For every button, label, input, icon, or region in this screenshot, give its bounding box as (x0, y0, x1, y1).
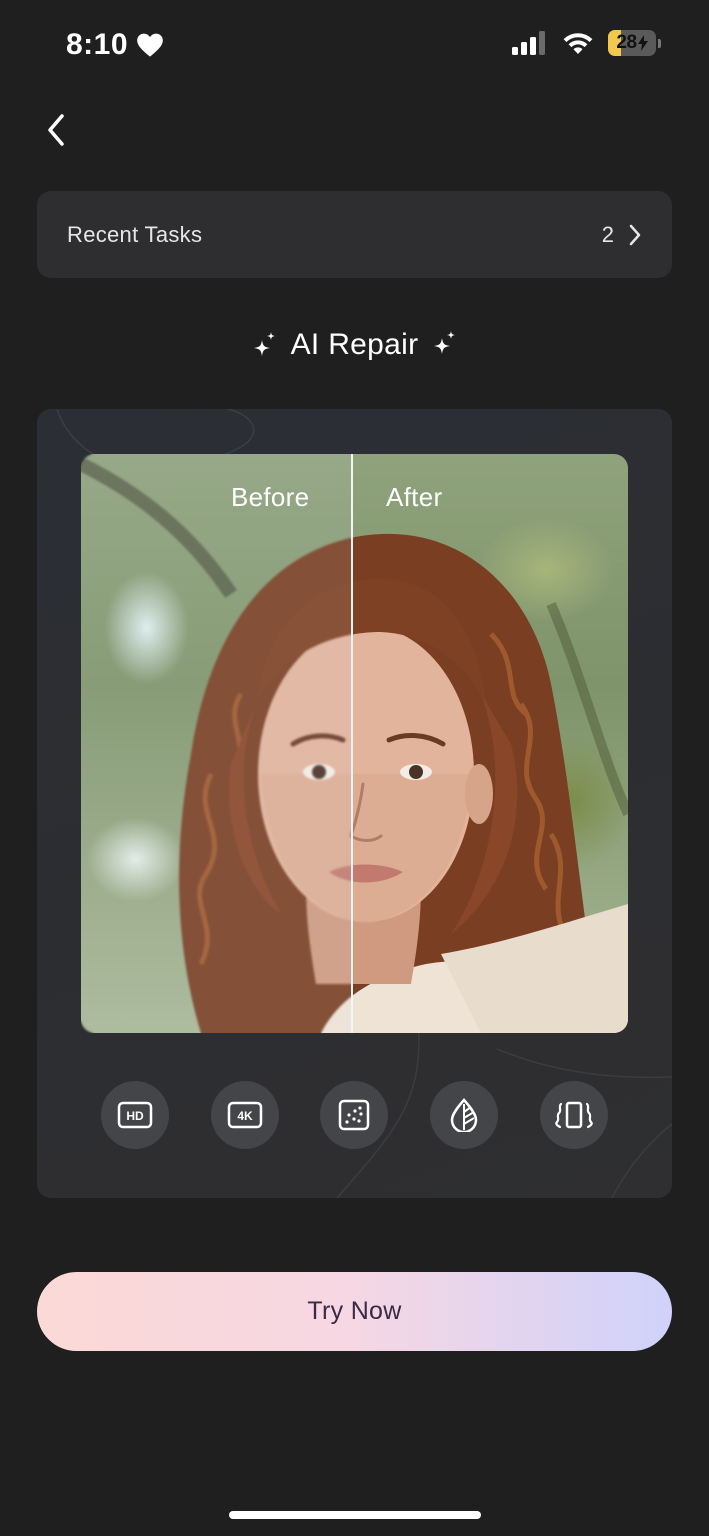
chevron-left-icon (48, 114, 64, 146)
try-now-label: Try Now (307, 1297, 402, 1325)
chevron-right-icon (629, 224, 641, 245)
status-time-group: 8:10 (66, 28, 164, 62)
cellular-signal-icon (512, 31, 545, 55)
page-title: AI Repair (290, 328, 419, 361)
hd-icon-label: HD (126, 1109, 144, 1123)
status-bar: 8:10 28 (0, 0, 709, 90)
ai-repair-screen: 8:10 28 Recent Tasks 2 AI Repair Before … (0, 0, 709, 1536)
charging-bolt-icon (637, 35, 648, 51)
status-time: 8:10 (66, 28, 129, 61)
battery-level: 28 (616, 32, 637, 53)
tool-color-button[interactable] (430, 1081, 498, 1149)
recent-tasks-row[interactable]: Recent Tasks 2 (37, 191, 672, 278)
heart-icon (137, 33, 163, 57)
recent-tasks-label: Recent Tasks (67, 221, 203, 247)
tool-4k-button[interactable]: 4K (211, 1081, 279, 1149)
preview-card: Before After HD 4K (37, 409, 672, 1198)
sparkle-icon (253, 332, 275, 356)
before-label: Before (231, 482, 310, 512)
leaf-drop-icon (450, 1098, 478, 1132)
before-after-image[interactable]: Before After (81, 454, 628, 1033)
wifi-icon (563, 33, 593, 54)
tool-denoise-button[interactable] (320, 1081, 388, 1149)
battery-tip (658, 38, 661, 48)
status-indicators: 28 (512, 30, 661, 56)
comparison-divider[interactable] (351, 454, 353, 1033)
after-label: After (386, 482, 443, 512)
hd-icon: HD (117, 1101, 153, 1129)
battery-charging-icon: 28 (608, 30, 656, 56)
4k-icon: 4K (227, 1101, 263, 1129)
home-indicator[interactable] (229, 1511, 481, 1519)
sparkle-icon (434, 331, 456, 354)
recent-tasks-count: 2 (601, 221, 614, 247)
tool-stabilize-button[interactable] (540, 1081, 608, 1149)
before-half-overlay (81, 454, 352, 1033)
tool-hd-button[interactable]: HD (101, 1081, 169, 1149)
try-now-button[interactable]: Try Now (37, 1272, 672, 1351)
tool-icons-row: HD 4K (101, 1081, 609, 1151)
4k-icon-label: 4K (237, 1109, 253, 1123)
vibrate-icon (555, 1101, 593, 1129)
back-button[interactable] (36, 108, 76, 152)
noise-icon (338, 1099, 370, 1131)
feature-heading: AI Repair (0, 318, 709, 372)
